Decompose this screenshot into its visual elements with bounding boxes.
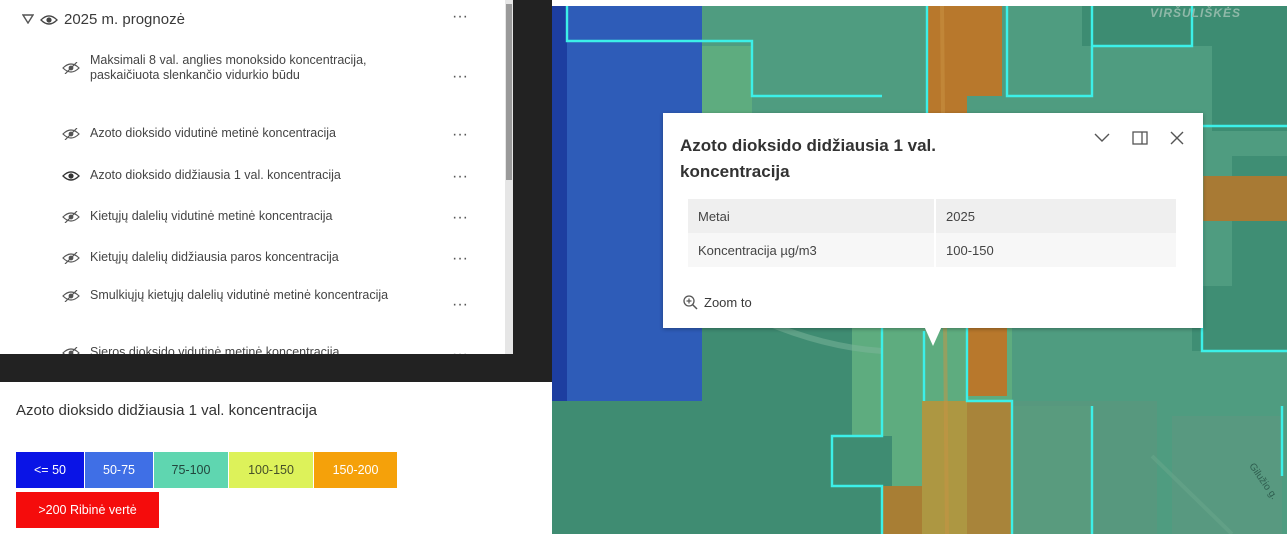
field-value: 2025 [935,199,1176,233]
legend-class-swatch: 150-200 [314,452,397,488]
legend-class-label: 75-100 [171,463,211,477]
field-name: Koncentracija µg/m3 [688,233,936,267]
layer-label: Azoto dioksido didžiausia 1 val. koncent… [90,168,341,182]
layer-label: Azoto dioksido vidutinė metinė koncentra… [90,126,336,140]
legend-class-label: >200 Ribinė vertė [38,503,137,517]
caret-down-icon[interactable] [22,13,34,25]
layer-list-panel: 2025 m. prognozė ··· Maksimali 8 val. an… [0,0,505,354]
legend-panel: Azoto dioksido didžiausia 1 val. koncent… [0,382,552,534]
layer-item[interactable]: Maksimali 8 val. anglies monoksido konce… [62,53,462,83]
layer-label: Sieros dioksido vidutinė metinė koncentr… [90,345,340,354]
layer-label: Kietųjų dalelių vidutinė metinė koncentr… [90,209,333,223]
eye-slash-icon[interactable] [62,346,80,354]
layer-item[interactable]: Kietųjų dalelių vidutinė metinė koncentr… [62,209,462,224]
ellipsis-icon[interactable]: ··· [452,9,468,25]
eye-slash-icon[interactable] [62,127,80,140]
ellipsis-icon[interactable]: ··· [452,297,468,313]
layer-item[interactable]: Sieros dioksido vidutinė metinė koncentr… [62,345,462,354]
eye-slash-icon[interactable] [62,61,80,75]
legend-class-label: 150-200 [332,463,379,477]
popup-attribute-table: Metai 2025 Koncentracija µg/m3 100-150 [688,199,1176,267]
legend-class-label: 100-150 [248,463,294,477]
layer-item[interactable]: Azoto dioksido vidutinė metinė koncentra… [62,126,462,141]
eye-slash-icon[interactable] [62,289,80,302]
eye-icon[interactable] [62,170,80,182]
layer-list-scrollbar[interactable] [505,0,513,354]
popup-title: Azoto dioksido didžiausia 1 val. koncent… [680,136,936,181]
layer-group-label: 2025 m. prognozė [64,10,185,28]
table-row: Koncentracija µg/m3 100-150 [688,233,1176,267]
layer-item[interactable]: Smulkiųjų kietųjų dalelių vidutinė metin… [62,288,462,303]
table-row: Metai 2025 [688,199,1176,233]
eye-icon[interactable] [40,13,58,25]
legend-title: Azoto dioksido didžiausia 1 val. koncent… [16,402,318,419]
scrollbar-thumb[interactable] [506,4,512,180]
eye-slash-icon[interactable] [62,251,80,264]
chevron-down-icon[interactable] [1091,127,1113,149]
panel-divider-horizontal [0,354,552,382]
dock-icon[interactable] [1129,127,1151,149]
ellipsis-icon[interactable]: ··· [452,251,468,267]
map-place-label: VIRŠULIŠKĖS [1150,6,1242,20]
layer-label: Maksimali 8 val. anglies monoksido konce… [90,53,367,82]
close-icon[interactable] [1166,127,1188,149]
legend-class-swatch: 100-150 [229,452,313,488]
layer-group-row[interactable]: 2025 m. prognozė [22,8,185,30]
zoom-in-icon [683,295,698,310]
ellipsis-icon[interactable]: ··· [452,210,468,226]
zoom-to-label: Zoom to [704,295,752,310]
eye-slash-icon[interactable] [62,210,80,223]
ellipsis-icon[interactable]: ··· [452,169,468,185]
legend-class-label: 50-75 [103,463,135,477]
ellipsis-icon[interactable]: ··· [452,127,468,143]
popup-pointer [924,326,942,346]
layer-label: Kietųjų dalelių didžiausia paros koncent… [90,250,339,264]
ellipsis-icon[interactable]: ··· [452,69,468,85]
legend-class-swatch: >200 Ribinė vertė [16,492,159,528]
legend-class-swatch: 50-75 [85,452,153,488]
field-value: 100-150 [935,233,1176,267]
layer-item[interactable]: Kietųjų dalelių didžiausia paros koncent… [62,250,462,265]
feature-popup: Azoto dioksido didžiausia 1 val. koncent… [663,113,1203,328]
field-name: Metai [688,199,936,233]
legend-class-swatch: 75-100 [154,452,228,488]
legend-class-label: <= 50 [34,463,66,477]
layer-item[interactable]: Azoto dioksido didžiausia 1 val. koncent… [62,168,462,183]
legend-class-swatch: <= 50 [16,452,84,488]
layer-label: Smulkiųjų kietųjų dalelių vidutinė metin… [90,288,389,302]
zoom-to-button[interactable]: Zoom to [683,295,752,310]
